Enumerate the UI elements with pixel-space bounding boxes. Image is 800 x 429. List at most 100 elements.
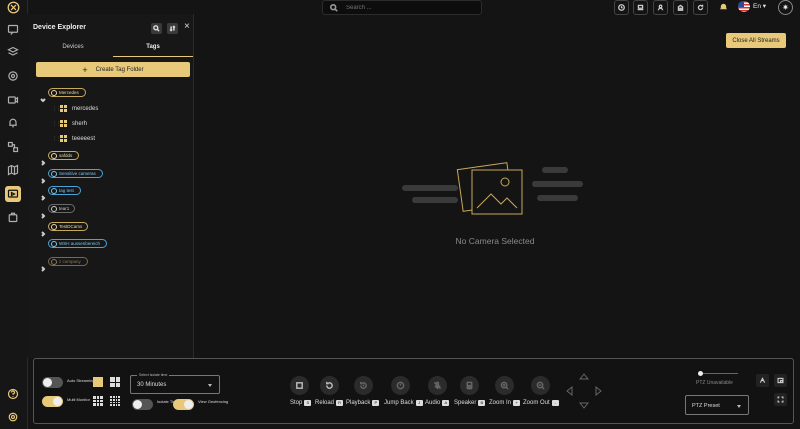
chevron-right-icon[interactable] [40,206,46,219]
notifications-button[interactable] [716,0,730,13]
ptz-preset-select[interactable]: PTZ Preset [685,395,749,415]
zoom-out-icon [536,381,545,390]
playback-icon [360,381,367,389]
tag-icon [51,205,57,212]
building-button[interactable] [673,0,688,15]
chevron-down-icon [208,384,212,387]
panel-search-button[interactable] [151,23,162,34]
isolate-time-select[interactable]: Select isolate time 30 Minutes [130,373,220,394]
shortcut-key: S [304,400,312,406]
tag-label: Mercedes [59,90,79,95]
tag-tag-test[interactable]: tag test [48,186,81,195]
playback-button[interactable] [354,376,373,395]
ptz-direction-pad[interactable] [564,371,604,411]
picture-in-picture-button[interactable] [774,374,787,387]
close-icon[interactable]: × [184,21,190,32]
stop-button[interactable] [290,376,309,395]
zoom-in-button[interactable] [495,376,514,395]
auto-streaming-toggle[interactable] [42,377,63,388]
nav-settings-icon[interactable] [5,68,21,84]
device-row[interactable]: ⋮⋮ sherh [52,120,87,127]
app-logo-icon[interactable] [4,0,22,14]
single-view-layout-icon[interactable] [93,377,103,387]
microphone-muted-icon [433,381,442,390]
tag-mercedes[interactable]: Mercedes [48,88,86,97]
bell-icon [719,3,727,10]
chevron-right-icon[interactable] [40,259,46,272]
nav-map-icon[interactable] [5,162,21,178]
nav-chat-icon[interactable] [5,22,21,38]
building-icon [677,4,684,11]
search-input[interactable] [344,3,468,12]
chevron-right-icon[interactable] [40,153,46,166]
audio-button[interactable] [428,376,447,395]
panel-sort-button[interactable] [167,23,178,34]
device-row[interactable]: ⋮⋮ mercedes [52,105,98,112]
nine-grid-layout-icon[interactable] [93,396,103,406]
nav-network-icon[interactable] [5,139,21,155]
shortcut-key: - [551,400,559,406]
tab-devices[interactable]: Devices [33,44,113,50]
reload-button[interactable] [320,376,339,395]
nav-bag-icon[interactable] [5,209,21,225]
close-all-streams-button[interactable]: Close All Streams [726,33,786,48]
speaker-button[interactable] [460,376,479,395]
tag-testdcams[interactable]: TestDCams [48,222,88,231]
nav-bell-icon[interactable] [5,115,21,131]
device-row[interactable]: ⋮⋮ teeeeest [52,135,95,142]
us-flag-icon[interactable] [738,1,750,12]
nav-layers-icon[interactable] [5,44,21,60]
tag-safdds[interactable]: safdds [48,151,79,160]
multi-monitor-toggle[interactable] [42,396,63,407]
settings-gear-icon[interactable] [5,409,21,425]
laptop-button[interactable] [633,0,648,15]
reload-icon [326,381,333,389]
view-geofencing-toggle[interactable] [173,399,194,410]
user-button[interactable] [653,0,668,15]
jump-back-label: Jump Back J [384,400,423,406]
tag-tear1[interactable]: tear1 [48,204,75,213]
nav-monitor-icon[interactable] [5,186,21,202]
search-bar[interactable] [322,0,482,15]
laptop-icon [637,4,644,11]
ptz-mode-button[interactable] [756,374,769,387]
chevron-right-icon[interactable] [40,171,46,184]
tag-z-company[interactable]: z company [48,257,88,266]
jump-back-button[interactable] [391,376,410,395]
ptz-speed-slider[interactable] [698,371,738,376]
fullscreen-icon [777,396,784,403]
drag-handle-icon[interactable]: ⋮⋮ [52,136,61,142]
clock-button[interactable] [614,0,629,15]
theme-toggle-button[interactable]: ✷ [778,0,793,15]
isolate-time-toggle[interactable] [132,399,153,410]
speaker-label: Speaker B [454,400,486,406]
tab-tags[interactable]: Tags [113,44,193,50]
nav-camera-icon[interactable] [5,92,21,108]
tag-wsh-aussenbereich[interactable]: WSH aussenbereich [48,239,107,248]
help-icon[interactable] [5,386,21,402]
chevron-right-icon[interactable] [40,224,46,237]
tag-sensitive-cameras[interactable]: Sensitive cameras [48,169,103,178]
refresh-button[interactable] [693,0,708,15]
chevron-right-icon[interactable] [40,188,46,201]
device-name: mercedes [72,105,99,112]
drag-handle-icon[interactable]: ⋮⋮ [52,106,61,112]
ptz-up-arrow-icon [578,373,590,380]
speaker-icon [466,381,473,390]
search-icon [153,25,160,32]
zoom-out-label: Zoom Out - [523,400,559,406]
language-selector[interactable]: En ▾ [753,2,766,10]
quad-layout-icon[interactable] [110,377,120,387]
tag-icon [51,89,57,96]
control-label: Stop [290,400,303,406]
ptz-slider-knob[interactable] [698,371,703,376]
chevron-down-icon[interactable] [40,90,46,103]
zoom-out-button[interactable] [531,376,550,395]
plus-icon: + [82,64,88,75]
drag-handle-icon[interactable]: ⋮⋮ [52,121,61,127]
ptz-right-arrow-icon [595,385,602,397]
fullscreen-button[interactable] [774,393,787,406]
stop-label: Stop S [290,400,312,406]
create-tag-folder-button[interactable]: + Create Tag Folder [36,62,190,77]
sixteen-grid-layout-icon[interactable] [110,396,120,406]
